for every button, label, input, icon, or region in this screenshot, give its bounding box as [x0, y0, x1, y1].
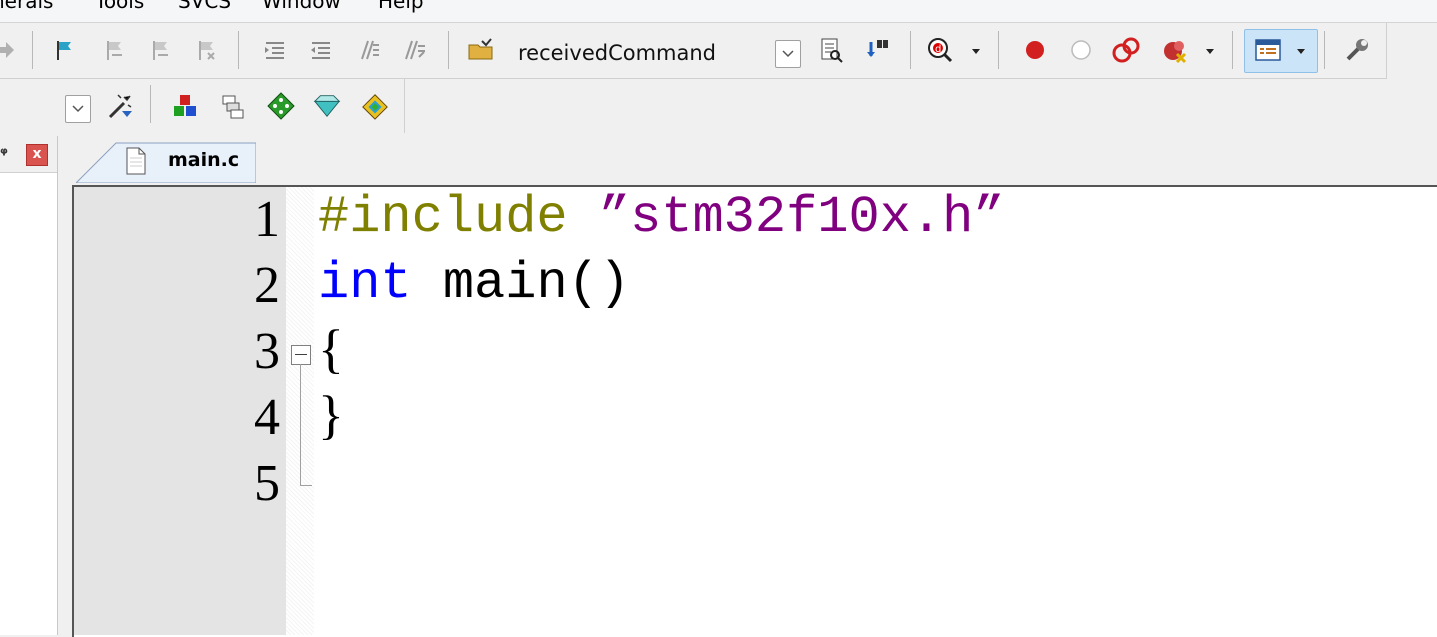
project-panel: ᵠ x [0, 136, 58, 635]
preprocessor-directive: #include [318, 188, 599, 247]
breakpoint-clear-icon[interactable] [1162, 35, 1192, 65]
bookmark-prev-icon[interactable] [100, 35, 130, 65]
file-extensions-icon[interactable] [218, 91, 248, 121]
configure-icon[interactable] [1342, 35, 1372, 65]
menu-peripherals[interactable]: herals [0, 0, 53, 13]
pin-icon[interactable]: ᵠ [0, 144, 8, 163]
line-number: 5 [254, 455, 280, 512]
string-literal: ”stm32f10x.h” [598, 188, 1005, 247]
line-number: 4 [254, 389, 280, 446]
build-toolbar [0, 79, 405, 133]
debug-dropdown-icon[interactable] [968, 37, 984, 67]
build-icon[interactable] [312, 91, 342, 121]
bookmark-clear-icon[interactable] [192, 35, 222, 65]
uncomment-icon[interactable] [400, 35, 430, 65]
menu-window[interactable]: Window [262, 0, 341, 13]
window-dropdown-icon [1291, 37, 1311, 67]
code-line-2[interactable]: int main() [318, 254, 630, 313]
menu-tools[interactable]: Tools [95, 0, 144, 13]
main-toolbar: receivedCommand d [0, 23, 1387, 79]
line-number: 2 [254, 257, 280, 314]
comment-icon[interactable] [354, 35, 384, 65]
project-panel-header: ᵠ x [0, 136, 57, 173]
breakpoint-icon[interactable] [1020, 35, 1050, 65]
line-number: 3 [254, 323, 280, 380]
target-combo-value[interactable]: receivedCommand [518, 41, 716, 65]
indent-icon[interactable] [260, 35, 290, 65]
breakpoint-dropdown-icon[interactable] [1202, 37, 1218, 67]
target-options-icon[interactable] [106, 91, 136, 121]
menu-svcs[interactable]: SVCS [178, 0, 231, 13]
code-line-3[interactable]: { [318, 318, 344, 380]
target-select-dropdown-icon[interactable] [65, 95, 91, 123]
open-folder-icon[interactable] [466, 35, 496, 65]
fold-line-end [300, 485, 312, 486]
window-layout-icon [1253, 35, 1283, 65]
debug-session-icon[interactable]: d [926, 35, 956, 65]
menu-help[interactable]: Help [378, 0, 424, 13]
incremental-find-icon[interactable] [862, 35, 892, 65]
unindent-icon[interactable] [306, 35, 336, 65]
function-signature: main() [411, 254, 631, 313]
file-icon [121, 146, 151, 176]
translate-icon[interactable] [266, 91, 296, 121]
manage-run-env-icon[interactable] [170, 91, 200, 121]
fold-collapse-icon[interactable] [291, 345, 311, 365]
bookmark-next-icon[interactable] [146, 35, 176, 65]
combo-dropdown-icon[interactable] [775, 40, 801, 68]
svg-text:d: d [935, 44, 941, 55]
rebuild-icon[interactable] [360, 91, 390, 121]
menu-bar: herals Tools SVCS Window Help [0, 0, 1437, 23]
code-line-4[interactable]: } [318, 384, 344, 446]
flag-icon[interactable] [50, 35, 80, 65]
tab-label: main.c [168, 149, 240, 171]
close-panel-button[interactable]: x [26, 144, 48, 166]
arrow-right-icon[interactable] [0, 35, 20, 65]
breakpoint-disabled-icon[interactable] [1066, 35, 1096, 65]
keyword-int: int [318, 254, 412, 313]
breakpoint-kill-icon[interactable] [1112, 35, 1142, 65]
code-line-1[interactable]: #include ”stm32f10x.h” [318, 188, 1005, 247]
line-number: 1 [254, 191, 280, 248]
fold-line [300, 364, 301, 486]
window-layout-button[interactable] [1244, 29, 1318, 73]
find-in-files-icon[interactable] [816, 35, 846, 65]
